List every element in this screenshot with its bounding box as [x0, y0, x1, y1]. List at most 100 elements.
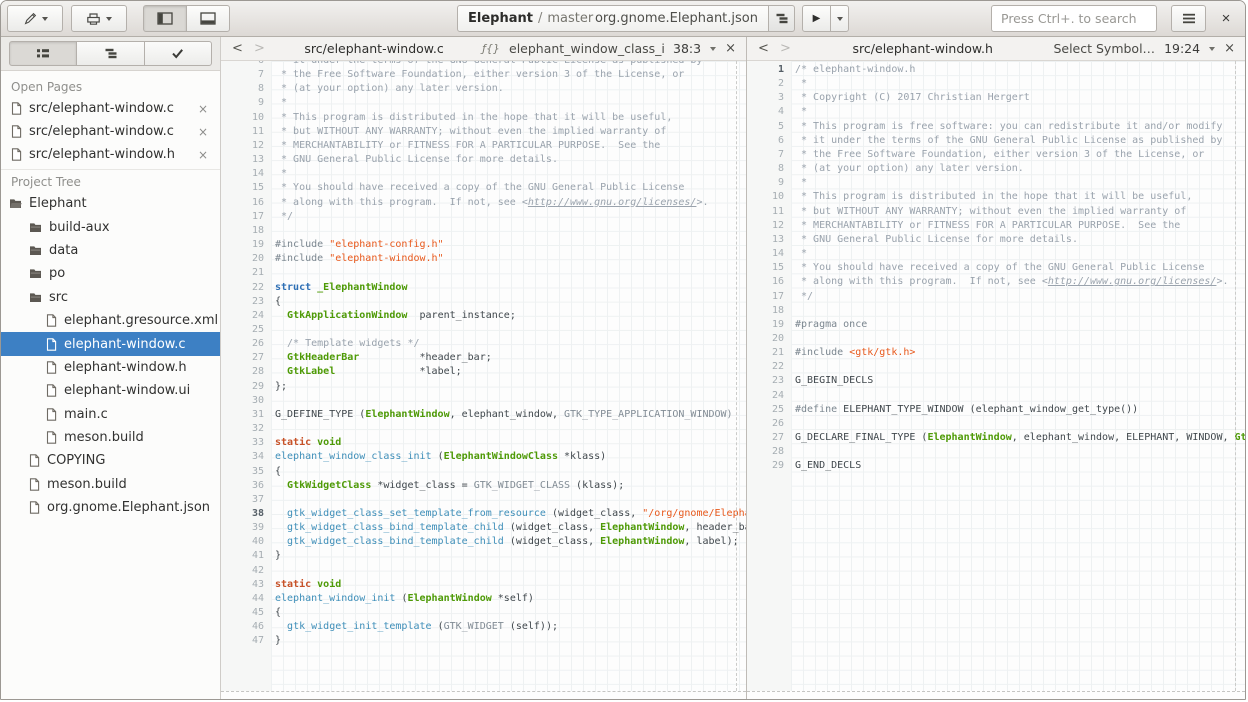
omnibar[interactable]: Elephant / master org.gnome.Elephant.jso… [457, 5, 769, 32]
close-page-button[interactable]: × [196, 148, 210, 162]
tree-item[interactable]: elephant-window.h [1, 356, 220, 379]
line-number: 17 [747, 290, 784, 304]
device-selector-button[interactable] [71, 5, 127, 32]
nav-back-button[interactable]: < [231, 42, 244, 55]
line-number: 27 [747, 431, 784, 445]
code-line: * [795, 77, 1245, 91]
open-page-item[interactable]: src/elephant-window.c× [1, 120, 220, 143]
code-line: GtkHeaderBar *header_bar; [275, 351, 746, 365]
editor-close-button[interactable]: × [1224, 42, 1235, 55]
nav-back-button[interactable]: < [757, 42, 770, 55]
line-number: 10 [747, 190, 784, 204]
symbol-selector[interactable]: Select Symbol… [1053, 41, 1155, 56]
right-margin-guide [736, 61, 737, 691]
line-number: 17 [221, 210, 264, 224]
tree-item[interactable]: elephant.gresource.xml [1, 309, 220, 332]
tree-item[interactable]: elephant-window.c [1, 332, 220, 355]
tree-item[interactable]: main.c [1, 403, 220, 426]
close-page-button[interactable]: × [196, 125, 210, 139]
code-line: * the Free Software Foundation, either v… [275, 68, 746, 82]
file-icon [29, 478, 40, 491]
menu-button[interactable] [1171, 5, 1206, 32]
tab-todo[interactable] [144, 41, 212, 66]
editor-options-button[interactable] [1209, 47, 1215, 51]
editor-header: < > src/elephant-window.c ƒ{} elephant_w… [221, 37, 746, 61]
folder-open-icon [9, 198, 22, 209]
project-tree: Elephantbuild-aux data po src elephant.greso… [1, 192, 220, 519]
tree-item[interactable]: po [1, 262, 220, 285]
chevron-down-icon [42, 17, 48, 21]
build-button[interactable] [768, 5, 795, 32]
editor-options-button[interactable] [710, 47, 716, 51]
function-icon: ƒ{} [482, 42, 500, 55]
code-line: elephant_window_class_init (ElephantWind… [275, 450, 746, 464]
run-options-button[interactable] [830, 5, 849, 32]
build-config-file: org.gnome.Elephant.json [595, 11, 758, 26]
search-input[interactable] [991, 5, 1157, 32]
code-line: } [275, 634, 746, 648]
code-editor[interactable]: 1234567891011121314151617181920212223242… [747, 61, 1245, 699]
tree-item-label: elephant-window.ui [64, 383, 190, 398]
line-number: 16 [221, 196, 264, 210]
tree-item[interactable]: data [1, 239, 220, 262]
line-number: 6 [221, 61, 264, 68]
nav-forward-button[interactable]: > [253, 42, 266, 55]
tree-item[interactable]: Elephant [1, 192, 220, 215]
tree-item[interactable]: meson.build [1, 473, 220, 496]
line-number: 27 [221, 351, 264, 365]
tree-item[interactable]: COPYING [1, 449, 220, 472]
line-number: 23 [747, 374, 784, 388]
line-number: 42 [221, 564, 264, 578]
open-page-item[interactable]: src/elephant-window.h× [1, 143, 220, 166]
editor-close-button[interactable]: × [725, 42, 736, 55]
code-editor[interactable]: 6789101112131415161718192021222324252627… [221, 61, 746, 699]
tree-item-label: elephant.gresource.xml [64, 313, 218, 328]
tree-item[interactable]: build-aux [1, 215, 220, 238]
sidebar-toolbar [1, 37, 220, 71]
panel-bottom-icon [200, 12, 216, 25]
tab-project-tree[interactable] [76, 41, 144, 66]
file-icon [11, 125, 22, 138]
tree-item[interactable]: org.gnome.Elephant.json [1, 496, 220, 519]
close-icon: × [1222, 10, 1231, 27]
code-line: * [795, 105, 1245, 119]
tree-item-label: data [49, 243, 78, 258]
window-close-button[interactable]: × [1213, 5, 1239, 32]
tree-item[interactable]: meson.build [1, 426, 220, 449]
tree-item-label: po [49, 266, 65, 281]
run-button[interactable]: ▶ [802, 5, 831, 32]
tree-item[interactable]: elephant-window.ui [1, 379, 220, 402]
file-icon [46, 431, 57, 444]
sidebar-content: Open Pages src/elephant-window.c×src/ele… [1, 71, 220, 699]
symbol-selector[interactable]: elephant_window_class_i… [509, 41, 664, 56]
line-number: 31 [221, 408, 264, 422]
header-right-controls: × [991, 5, 1239, 32]
tree-item[interactable]: src [1, 286, 220, 309]
code-line: * [275, 96, 746, 110]
header-center-controls: Elephant / master org.gnome.Elephant.jso… [457, 5, 849, 32]
tree-item-label: elephant-window.c [64, 337, 186, 352]
toggle-left-panel-button[interactable] [143, 5, 187, 32]
code-line: * This program is distributed in the hop… [275, 111, 746, 125]
sidebar-tabs [9, 41, 212, 66]
editor-mode-button[interactable] [7, 5, 63, 32]
line-number: 25 [747, 403, 784, 417]
code-line: G_DECLARE_FINAL_TYPE (ElephantWindow, el… [795, 431, 1245, 445]
line-number: 16 [747, 275, 784, 289]
code-line [275, 224, 746, 238]
toggle-bottom-panel-button[interactable] [186, 5, 230, 32]
tab-pages[interactable] [9, 41, 77, 66]
code-line: * You should have received a copy of the… [275, 181, 746, 195]
close-page-button[interactable]: × [196, 102, 210, 116]
tree-item-label: org.gnome.Elephant.json [47, 500, 210, 515]
nav-forward-button[interactable]: > [779, 42, 792, 55]
code-line: elephant_window_init (ElephantWindow *se… [275, 592, 746, 606]
open-page-item[interactable]: src/elephant-window.c× [1, 97, 220, 120]
code-line: * [275, 167, 746, 181]
line-number-gutter: 6789101112131415161718192021222324252627… [221, 61, 271, 691]
line-number: 20 [747, 332, 784, 346]
line-number: 47 [221, 634, 264, 648]
file-icon [46, 361, 57, 374]
code-line [795, 332, 1245, 346]
line-number: 41 [221, 549, 264, 563]
